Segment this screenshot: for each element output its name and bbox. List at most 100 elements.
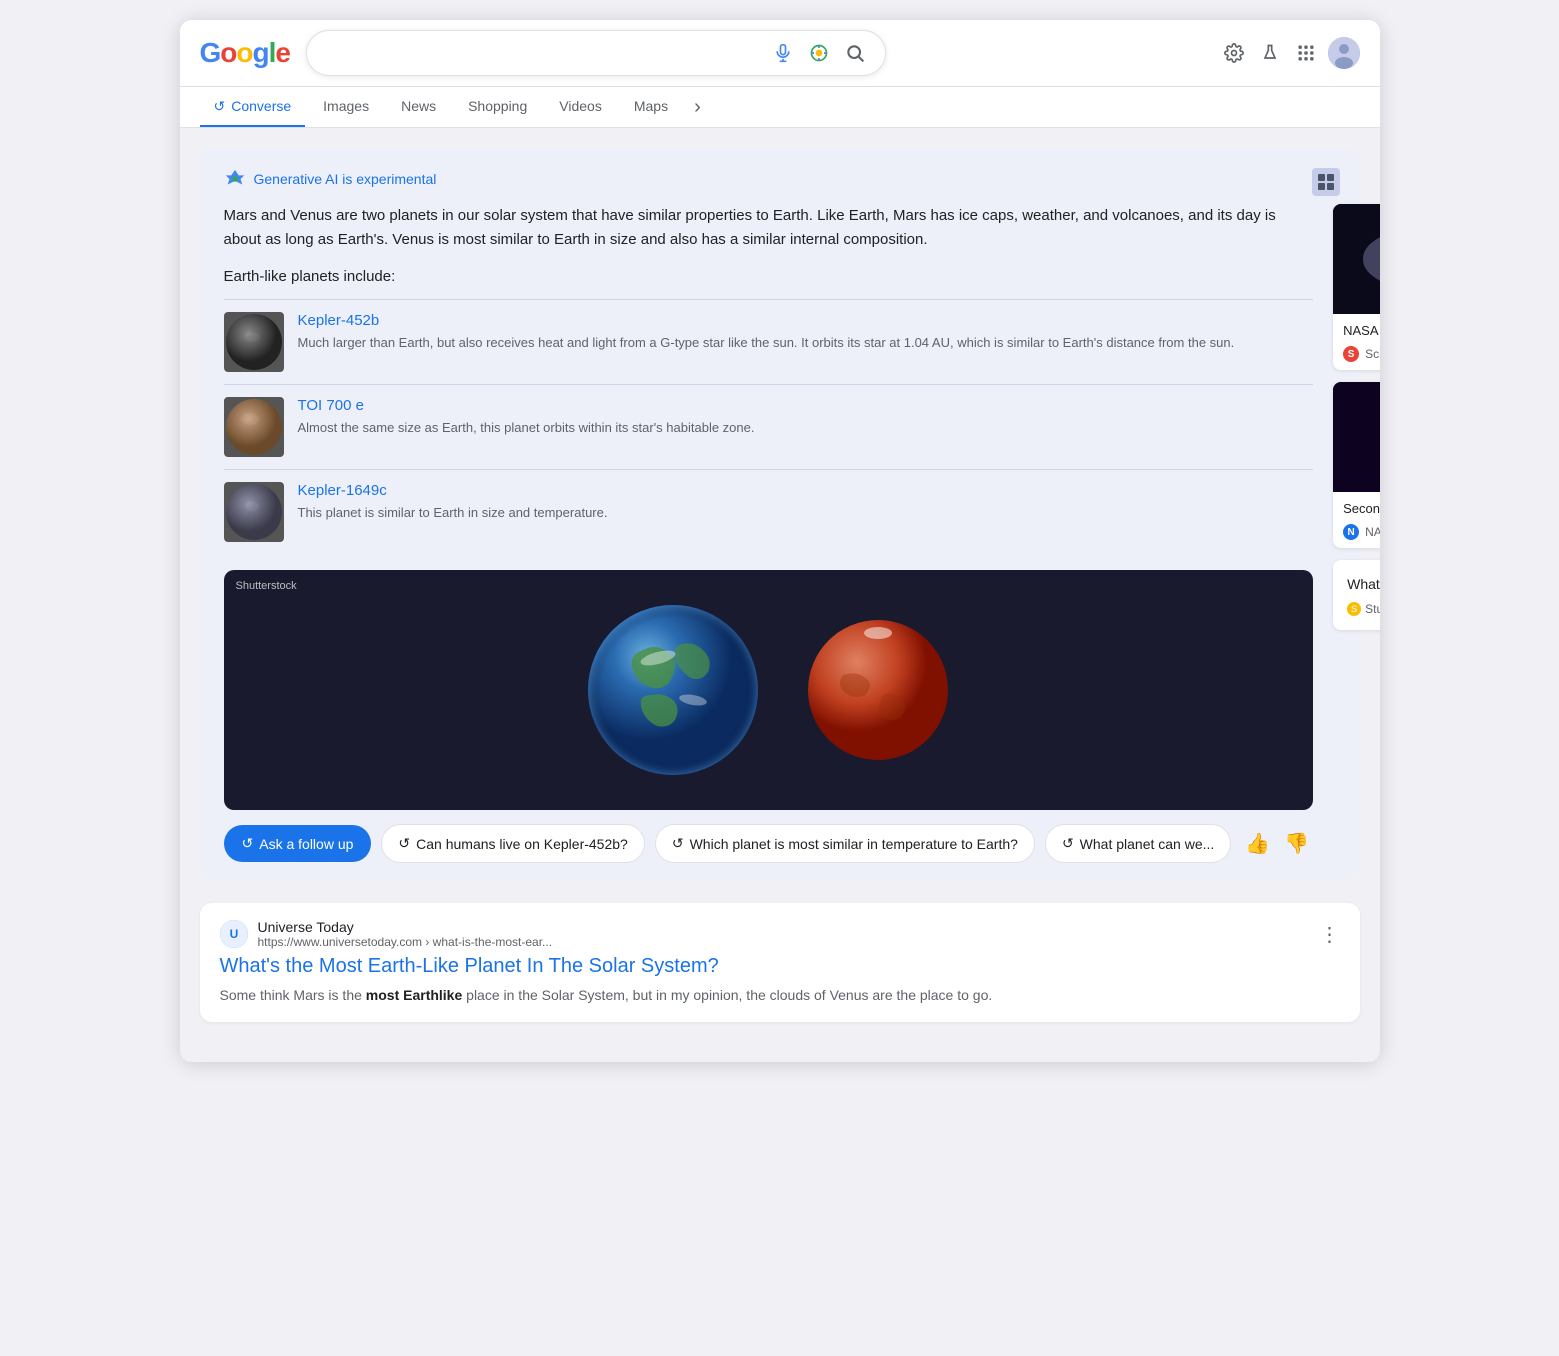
similar-temp-label: Which planet is most similar in temperat… [690,836,1018,852]
search-icons [769,39,869,67]
planet-item-kepler452b[interactable]: Kepler-452b Much larger than Earth, but … [224,299,1314,384]
study-source: S Study.com [1347,601,1379,616]
tab-shopping[interactable]: Shopping [454,88,541,126]
source-card-img-nasa [1333,382,1379,492]
humans-kepler-button[interactable]: ↺ Can humans live on Kepler-452b? [381,824,644,863]
main-content: Generative AI is experimental Mars and V… [180,128,1380,1062]
feedback-icons: 👍 👎 [1241,827,1313,860]
side-question-card[interactable]: What is the planet most similar to earth… [1333,560,1379,630]
ask-followup-label: Ask a follow up [259,836,353,852]
ai-text-section: Mars and Venus are two planets in our so… [224,204,1314,863]
source-card-body-science: NASA spots most Earth-like planet yet S … [1333,314,1379,370]
side-question-text: What is the planet most similar to earth… [1347,574,1379,595]
apps-button[interactable] [1292,39,1320,67]
planet-desc-kepler1649c: This planet is similar to Earth in size … [298,503,608,523]
planets-image: Shutterstock [224,570,1314,810]
planets-illustration [224,570,1314,810]
earth-illustration [583,600,763,780]
planet-info-toi700e: TOI 700 e Almost the same size as Earth,… [298,397,755,438]
result-title[interactable]: What's the Most Earth-Like Planet In The… [220,955,1340,978]
source-card-img-science [1333,204,1379,314]
search-result: U Universe Today https://www.universetod… [200,903,1360,1022]
google-logo: Google [200,37,290,69]
result-favicon: U [220,920,248,948]
similar-temp-arrow: ↺ [672,835,684,852]
result-domain: Universe Today https://www.universetoday… [258,919,553,949]
source-card-footer-science: S Science [1343,346,1379,362]
result-url: https://www.universetoday.com › what-is-… [258,935,553,949]
source-cards: NASA spots most Earth-like planet yet S … [1333,204,1379,630]
tab-news[interactable]: News [387,88,450,126]
tab-images-label: Images [323,98,369,114]
tab-news-label: News [401,98,436,114]
ai-experimental-label: Generative AI is experimental [254,171,437,187]
search-button[interactable] [841,39,869,67]
ai-list-title: Earth-like planets include: [224,268,1314,285]
ai-icon [224,168,246,190]
planet-info-kepler452b: Kepler-452b Much larger than Earth, but … [298,312,1235,353]
ask-followup-button[interactable]: ↺ Ask a follow up [224,825,372,862]
planet-item-kepler1649c[interactable]: Kepler-1649c This planet is similar to E… [224,469,1314,554]
source-card-body-nasa: Second Earth-sized World Found in... N N… [1333,492,1379,548]
planet-desc-toi700e: Almost the same size as Earth, this plan… [298,418,755,438]
studycom-favicon: S [1347,602,1361,616]
ai-header: Generative AI is experimental [224,168,1336,190]
similar-temp-button[interactable]: ↺ Which planet is most similar in temper… [655,824,1035,863]
planet-thumb-kepler1649c [224,482,284,542]
source-card-science[interactable]: NASA spots most Earth-like planet yet S … [1333,204,1379,370]
lab-button[interactable] [1256,39,1284,67]
header: Google what planet is most similar to ea… [180,20,1380,87]
browser-window: Google what planet is most similar to ea… [180,20,1380,1062]
what-planet-button[interactable]: ↺ What planet can we... [1045,824,1231,863]
ai-grid-toggle[interactable] [1312,168,1340,196]
thumbdown-button[interactable]: 👎 [1280,827,1313,860]
tab-converse[interactable]: ↺ Converse [200,88,306,127]
planet-item-toi700e[interactable]: TOI 700 e Almost the same size as Earth,… [224,384,1314,469]
nasa-favicon: N [1343,524,1359,540]
svg-text:U: U [229,927,238,941]
thumbup-button[interactable]: 👍 [1241,827,1274,860]
tab-shopping-label: Shopping [468,98,527,114]
result-site-name: Universe Today [258,919,553,935]
planet-name-toi700e: TOI 700 e [298,397,755,414]
what-planet-label: What planet can we... [1080,836,1215,852]
followup-arrow-icon: ↺ [242,835,254,852]
ai-body: Mars and Venus are two planets in our so… [224,204,1336,863]
followup-row: ↺ Ask a follow up ↺ Can humans live on K… [224,824,1314,863]
ai-summary: Mars and Venus are two planets in our so… [224,204,1314,252]
image-watermark: Shutterstock [236,580,297,592]
result-bold-word: most Earthlike [366,987,462,1003]
settings-button[interactable] [1220,39,1248,67]
mars-illustration [803,615,953,765]
planet-name-kepler1649c: Kepler-1649c [298,482,608,499]
planet-name-kepler452b: Kepler-452b [298,312,1235,329]
nasa-source-name: NASA [1365,525,1379,539]
source-card-title-science: NASA spots most Earth-like planet yet [1343,322,1379,340]
planet-desc-kepler452b: Much larger than Earth, but also receive… [298,333,1235,353]
humans-kepler-label: Can humans live on Kepler-452b? [416,836,628,852]
planet-thumb-toi700e [224,397,284,457]
nav-tabs: ↺ Converse Images News Shopping Videos M… [180,87,1380,128]
source-card-footer-nasa: N NASA [1343,524,1379,540]
avatar[interactable] [1328,37,1360,69]
tab-converse-label: Converse [231,98,291,114]
source-card-title-nasa: Second Earth-sized World Found in... [1343,500,1379,518]
nav-more-button[interactable]: › [686,87,709,127]
header-right [1220,37,1360,69]
tab-maps-label: Maps [634,98,668,114]
search-input[interactable]: what planet is most similar to earth [323,44,761,62]
mic-button[interactable] [769,39,797,67]
ai-answer-box: Generative AI is experimental Mars and V… [200,148,1360,879]
planet-thumb-kepler452b [224,312,284,372]
tab-videos[interactable]: Videos [545,88,616,126]
result-source: U Universe Today https://www.universetod… [220,919,1340,949]
humans-kepler-arrow: ↺ [398,835,410,852]
source-card-nasa[interactable]: Second Earth-sized World Found in... N N… [1333,382,1379,548]
tab-images[interactable]: Images [309,88,383,126]
science-source-name: Science [1365,347,1379,361]
tab-maps[interactable]: Maps [620,88,682,126]
what-planet-arrow: ↺ [1062,835,1074,852]
result-menu-button[interactable]: ⋮ [1320,922,1340,947]
science-favicon: S [1343,346,1359,362]
lens-button[interactable] [805,39,833,67]
